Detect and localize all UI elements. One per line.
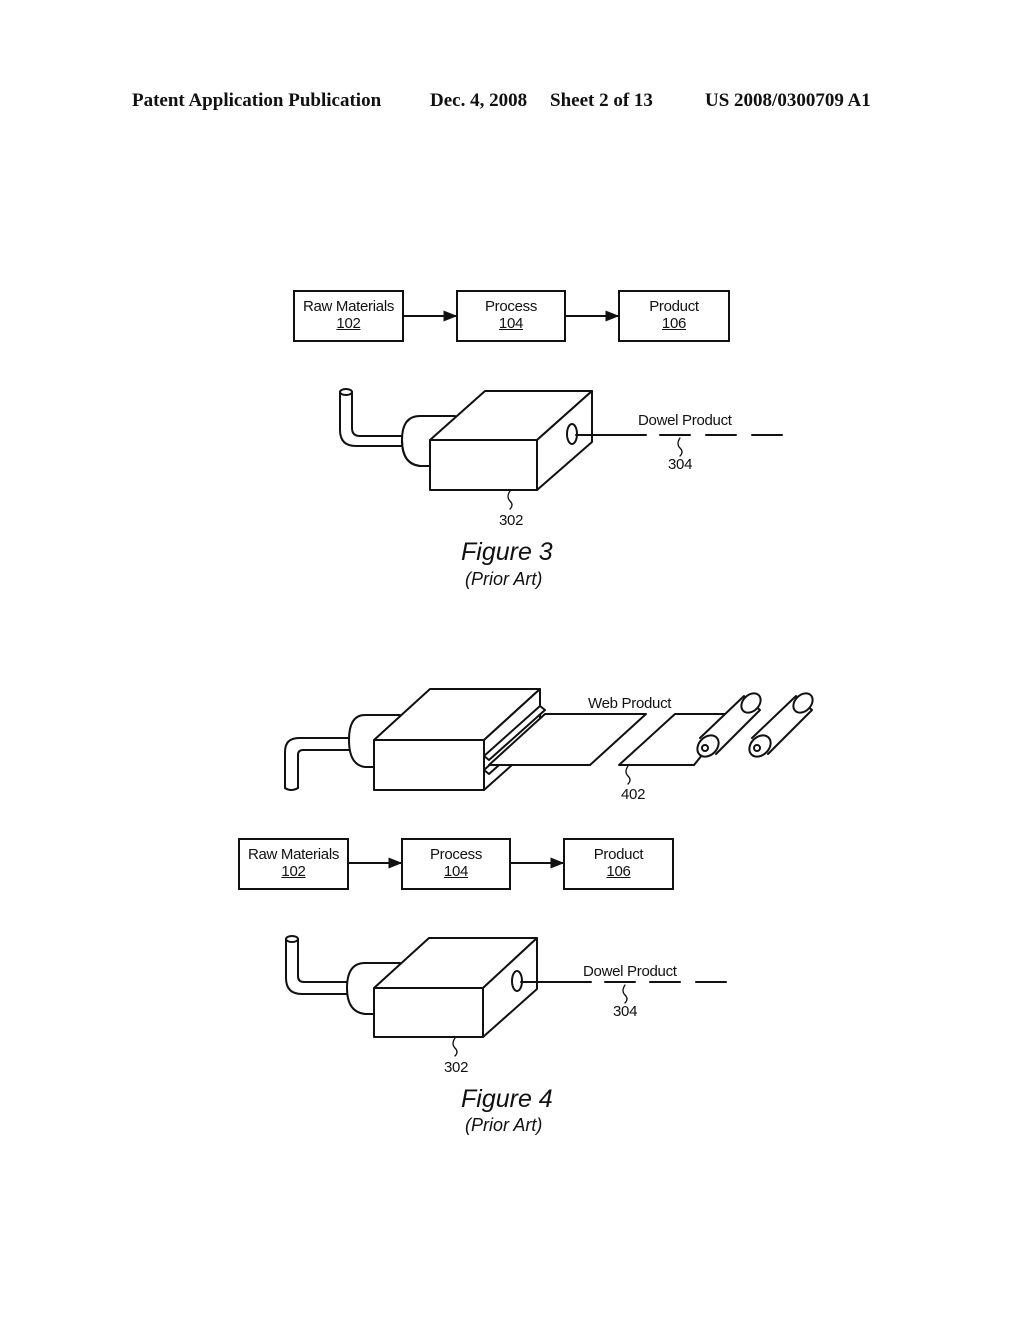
- box-label: Product: [593, 846, 644, 863]
- box-ref: 102: [281, 863, 306, 880]
- fig4-leader-304: [622, 984, 628, 1004]
- box-label: Process: [484, 298, 538, 315]
- fig4-subtitle: (Prior Art): [465, 1115, 543, 1135]
- box-label: Raw Materials: [302, 298, 395, 315]
- fig4-web-label: Web Product: [588, 695, 672, 712]
- fig3-product-box: Product 106: [618, 290, 730, 342]
- box-label: Product: [649, 298, 699, 315]
- fig4-title: Figure 4: [461, 1085, 553, 1113]
- box-ref: 104: [498, 315, 524, 332]
- fig3-dowel-ref: 304: [668, 456, 693, 473]
- fig3-pipe-inner: [351, 391, 406, 437]
- fig3-dowel-label: Dowel Product: [638, 412, 732, 429]
- box-ref: 104: [443, 863, 469, 880]
- fig3-subtitle: (Prior Art): [465, 569, 543, 589]
- box-label: Process: [429, 846, 483, 863]
- fig4-extruder-ref: 302: [444, 1059, 469, 1076]
- fig4-process-box: Process 104: [401, 838, 511, 890]
- fig4-leader-402: [625, 765, 631, 785]
- fig3-process-box: Process 104: [456, 290, 566, 342]
- box-ref: 106: [606, 863, 631, 880]
- box-ref: 106: [661, 315, 687, 332]
- fig3-leader-302: [507, 490, 513, 510]
- fig3-die-opening: [566, 423, 578, 445]
- fig4-web-extruder: [284, 688, 814, 791]
- fig3-extruder-ref: 302: [499, 512, 524, 529]
- box-ref: 102: [336, 315, 361, 332]
- fig3-extruder: [339, 388, 783, 510]
- fig4-pipe-inner: [297, 749, 351, 789]
- fig4-dowel-ref: 304: [613, 1003, 638, 1020]
- fig4-pipe-outer: [284, 737, 351, 789]
- box-label: Raw Materials: [247, 846, 340, 863]
- fig4-leader-302: [452, 1037, 458, 1057]
- fig3-box-front: [429, 439, 538, 491]
- fig3-pipe-outer: [339, 391, 406, 447]
- fig4-dowel-box-front: [373, 987, 484, 1038]
- fig3-pipe-end: [339, 388, 353, 396]
- fig4-box-front: [373, 739, 485, 791]
- fig3-raw-materials-box: Raw Materials 102: [293, 290, 404, 342]
- fig4-product-box: Product 106: [563, 838, 674, 890]
- fig4-dowel-extruder: [285, 935, 727, 1057]
- fig4-raw-materials-box: Raw Materials 102: [238, 838, 349, 890]
- fig4-dowel-pipe-outer: [285, 938, 351, 995]
- fig4-web-ref: 402: [621, 786, 646, 803]
- fig3-leader-304: [677, 437, 683, 457]
- fig4-dowel-label: Dowel Product: [583, 963, 677, 980]
- fig3-title: Figure 3: [461, 538, 553, 566]
